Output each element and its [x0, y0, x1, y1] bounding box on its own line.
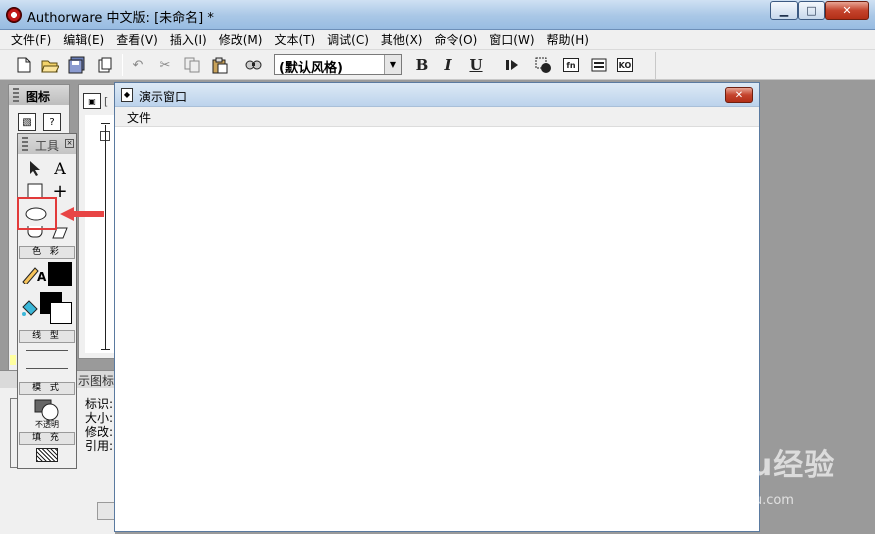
- new-file-icon[interactable]: [14, 55, 34, 75]
- icons-palette-title: 图标: [26, 90, 51, 104]
- tools-palette: 工具 × A + 色 彩 A 线 型 模 式 不透明 填 充: [17, 133, 77, 469]
- presentation-window-icon: ◆: [121, 88, 133, 102]
- chevron-down-icon[interactable]: ▼: [384, 55, 401, 74]
- title-bar: Authorware 中文版: [未命名] * ▁ □ ✕: [0, 0, 875, 30]
- copy-icon[interactable]: [182, 55, 202, 75]
- menu-modify[interactable]: 修改(M): [213, 31, 269, 49]
- red-arrow-pointer-icon: [60, 207, 104, 221]
- tools-palette-title-bar[interactable]: 工具 ×: [18, 134, 76, 154]
- flowchart-title-fragment: [: [104, 95, 109, 108]
- text-style-select[interactable]: (默认风格) ▼: [274, 54, 402, 76]
- color-section-label: 色 彩: [19, 246, 75, 259]
- background-color-swatch[interactable]: [50, 302, 72, 324]
- palette-marker: [10, 355, 16, 365]
- close-button[interactable]: ✕: [825, 1, 869, 20]
- pointer-tool-icon[interactable]: [26, 158, 44, 178]
- menu-command[interactable]: 命令(O): [428, 31, 483, 49]
- fill-bucket-icon[interactable]: [20, 298, 40, 318]
- property-reference-label: 引用:: [85, 439, 114, 453]
- menu-view[interactable]: 查看(V): [110, 31, 164, 49]
- flowline-top: [101, 123, 110, 124]
- presentation-menu-file[interactable]: 文件: [127, 109, 151, 126]
- presentation-menu-bar: 文件: [115, 107, 759, 127]
- menu-insert[interactable]: 插入(I): [164, 31, 213, 49]
- toolbar-end-divider: [655, 52, 656, 80]
- toolbar-separator: [122, 54, 123, 76]
- menu-text[interactable]: 文本(T): [268, 31, 321, 49]
- toolbar: ↶ ✂ (默认风格) ▼ B I U fn KO: [0, 50, 875, 80]
- run-icon[interactable]: [502, 55, 522, 75]
- menu-debug[interactable]: 调试(C): [321, 31, 375, 49]
- control-panel-icon[interactable]: [533, 55, 553, 75]
- mode-section-label: 模 式: [19, 382, 75, 395]
- presentation-close-button[interactable]: ✕: [725, 87, 753, 103]
- properties-header: 示图标: [78, 374, 115, 388]
- menu-edit[interactable]: 编辑(E): [57, 31, 110, 49]
- fill-section-label: 填 充: [19, 432, 75, 445]
- flowline: [105, 125, 106, 349]
- line-style-thin[interactable]: [26, 350, 68, 351]
- variable-icon[interactable]: [589, 55, 609, 75]
- close-icon[interactable]: ×: [65, 139, 74, 148]
- paste-icon[interactable]: [210, 55, 230, 75]
- cut-icon[interactable]: ✂: [155, 55, 175, 75]
- open-folder-icon[interactable]: [40, 55, 60, 75]
- bold-button[interactable]: B: [412, 55, 432, 75]
- undo-icon[interactable]: ↶: [128, 55, 148, 75]
- text-style-value: (默认风格): [279, 61, 343, 76]
- authorware-app-icon: [6, 7, 22, 23]
- menu-other[interactable]: 其他(X): [375, 31, 429, 49]
- grip-icon[interactable]: [13, 88, 19, 102]
- svg-text:A: A: [37, 270, 47, 284]
- import-icon[interactable]: [95, 55, 115, 75]
- line-style-medium[interactable]: [26, 368, 68, 369]
- menu-window[interactable]: 窗口(W): [483, 31, 540, 49]
- function-icon[interactable]: fn: [563, 58, 579, 72]
- flowchart-window-icon: ▣: [83, 93, 101, 109]
- maximize-button[interactable]: □: [798, 1, 825, 20]
- fill-pattern-icon[interactable]: [36, 448, 58, 462]
- ellipse-tool-highlight: [17, 197, 57, 230]
- icons-palette-title-bar[interactable]: 图标: [9, 85, 69, 105]
- grip-icon[interactable]: [22, 137, 28, 151]
- save-all-icon[interactable]: [67, 55, 87, 75]
- italic-button[interactable]: I: [438, 55, 458, 75]
- presentation-canvas[interactable]: [115, 127, 759, 531]
- knowledge-object-icon[interactable]: KO: [617, 58, 633, 72]
- minimize-button[interactable]: ▁: [770, 1, 798, 20]
- menu-bar: 文件(F) 编辑(E) 查看(V) 插入(I) 修改(M) 文本(T) 调试(C…: [0, 30, 875, 50]
- underline-button[interactable]: U: [466, 55, 486, 75]
- mode-value: 不透明: [35, 420, 59, 429]
- line-section-label: 线 型: [19, 330, 75, 343]
- presentation-window-title-bar[interactable]: ◆ 演示窗口 ✕: [115, 83, 759, 107]
- display-icon[interactable]: ▧: [18, 113, 36, 131]
- menu-file[interactable]: 文件(F): [5, 31, 57, 49]
- tools-palette-title: 工具: [35, 139, 60, 153]
- text-color-swatch[interactable]: [48, 262, 72, 286]
- text-tool[interactable]: A: [50, 158, 70, 178]
- flowline-bottom: [101, 349, 110, 350]
- properties-button[interactable]: [97, 502, 115, 520]
- decision-icon[interactable]: ?: [43, 113, 61, 131]
- presentation-window-title: 演示窗口: [139, 90, 188, 104]
- presentation-window: ◆ 演示窗口 ✕ 文件: [114, 82, 760, 532]
- find-icon[interactable]: [243, 55, 263, 75]
- line-color-pencil-icon[interactable]: A: [20, 264, 48, 284]
- app-title: Authorware 中文版: [未命名] *: [27, 11, 214, 26]
- menu-help[interactable]: 帮助(H): [541, 31, 595, 49]
